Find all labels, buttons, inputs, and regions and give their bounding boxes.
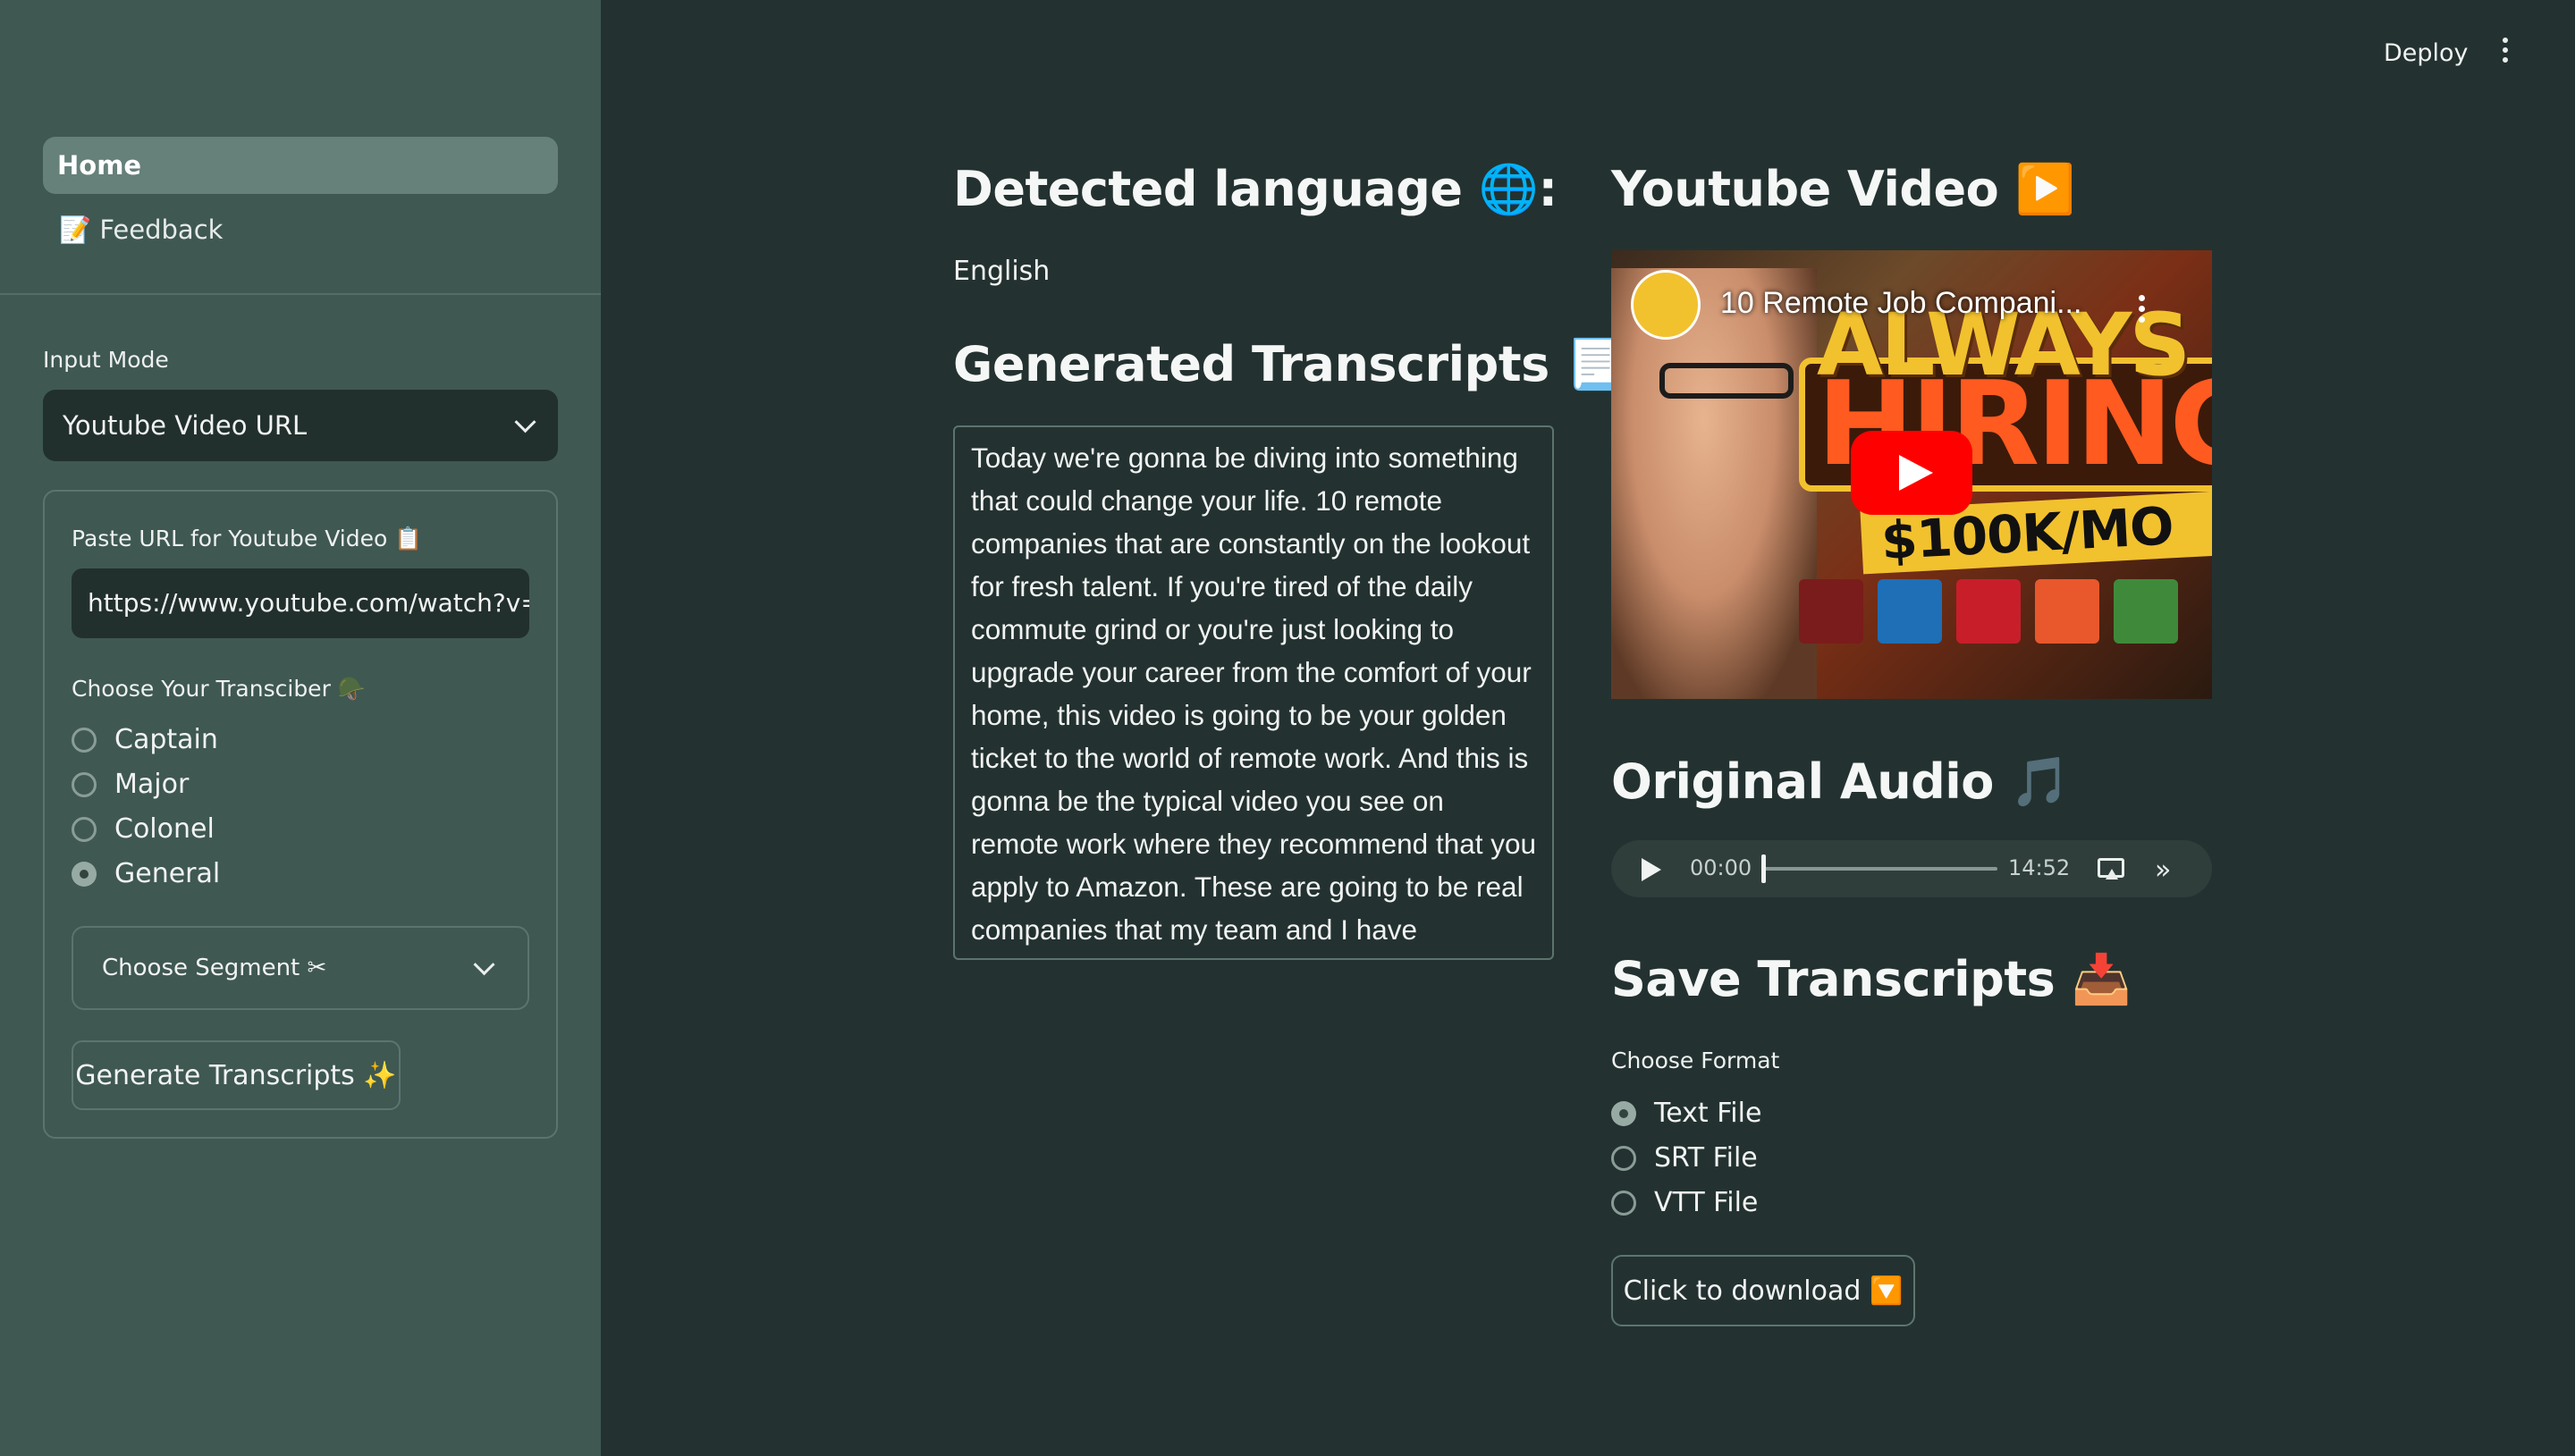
transcriber-option-captain[interactable]: Captain	[72, 724, 218, 755]
sidebar-divider	[0, 293, 601, 295]
play-icon[interactable]	[1642, 858, 1661, 881]
radio-selected-icon	[1611, 1100, 1636, 1126]
transcriber-label: Choose Your Transciber 🪖	[72, 676, 366, 702]
transcript-textarea[interactable]: Today we're gonna be diving into somethi…	[953, 425, 1554, 960]
generated-transcripts-heading: Generated Transcripts 📃:	[953, 336, 1644, 392]
thumbnail-face	[1611, 268, 1817, 699]
audio-seek-bar[interactable]	[1761, 867, 1997, 871]
transcriber-option-general[interactable]: General	[72, 858, 220, 889]
play-button-icon[interactable]	[1851, 431, 1972, 515]
radio-icon	[1611, 1190, 1636, 1216]
chevron-down-icon	[473, 953, 495, 975]
save-transcripts-heading: Save Transcripts 📥	[1611, 951, 2132, 1007]
input-mode-value: Youtube Video URL	[63, 410, 308, 441]
video-title[interactable]: 10 Remote Job Compani...	[1720, 286, 2081, 321]
youtube-video-player[interactable]: ALWAYS HIRING $100K/MO 10 Remote Job Com…	[1611, 250, 2212, 699]
radio-label: General	[114, 858, 221, 889]
channel-avatar[interactable]	[1631, 270, 1701, 340]
main-menu-icon[interactable]	[2500, 38, 2511, 70]
more-controls-icon[interactable]: »	[2155, 854, 2172, 886]
radio-label: Text File	[1654, 1098, 1762, 1129]
format-option-srt[interactable]: SRT File	[1611, 1142, 1758, 1174]
radio-label: Major	[114, 769, 190, 800]
audio-player: 00:00 14:52 »	[1611, 840, 2212, 897]
generate-transcripts-button[interactable]: Generate Transcripts ✨	[72, 1040, 401, 1110]
radio-icon	[72, 771, 97, 797]
radio-selected-icon	[72, 861, 97, 887]
detected-language-heading: Detected language 🌐:	[953, 161, 1558, 217]
transcriber-option-colonel[interactable]: Colonel	[72, 813, 215, 845]
transcriber-option-major[interactable]: Major	[72, 769, 189, 800]
radio-icon	[72, 727, 97, 753]
detected-language-value: English	[953, 256, 1051, 287]
download-button[interactable]: Click to download 🔽	[1611, 1255, 1915, 1326]
audio-seek-handle[interactable]	[1761, 854, 1766, 883]
choose-format-label: Choose Format	[1611, 1048, 1780, 1073]
youtube-video-heading: Youtube Video ▶️	[1611, 161, 2075, 217]
segment-label: Choose Segment ✂	[102, 955, 327, 981]
original-audio-heading: Original Audio 🎵	[1611, 753, 2070, 810]
url-field-label: Paste URL for Youtube Video 📋	[72, 526, 423, 551]
airplay-icon[interactable]	[2098, 858, 2124, 879]
video-menu-icon[interactable]	[2139, 295, 2146, 327]
radio-icon	[1611, 1145, 1636, 1171]
input-mode-select[interactable]: Youtube Video URL	[43, 390, 558, 461]
thumbnail-company-logos	[1799, 579, 2178, 644]
audio-current-time: 00:00	[1690, 855, 1752, 880]
sidebar-item-feedback[interactable]: 📝 Feedback	[43, 201, 558, 258]
url-input[interactable]: https://www.youtube.com/watch?v=	[72, 568, 529, 638]
chevron-down-icon	[514, 410, 536, 433]
thumbnail-glasses	[1659, 363, 1794, 399]
audio-duration: 14:52	[2008, 855, 2071, 880]
deploy-button[interactable]: Deploy	[2384, 39, 2469, 67]
sidebar: Home 📝 Feedback Input Mode Youtube Video…	[0, 0, 601, 1456]
radio-label: Captain	[114, 724, 218, 755]
input-mode-label: Input Mode	[43, 347, 169, 373]
segment-select[interactable]: Choose Segment ✂	[72, 926, 529, 1010]
sidebar-item-home[interactable]: Home	[43, 137, 558, 194]
format-option-vtt[interactable]: VTT File	[1611, 1187, 1758, 1218]
format-option-text[interactable]: Text File	[1611, 1098, 1761, 1129]
radio-label: Colonel	[114, 813, 215, 845]
radio-label: SRT File	[1654, 1142, 1758, 1174]
radio-label: VTT File	[1654, 1187, 1759, 1218]
radio-icon	[72, 816, 97, 842]
